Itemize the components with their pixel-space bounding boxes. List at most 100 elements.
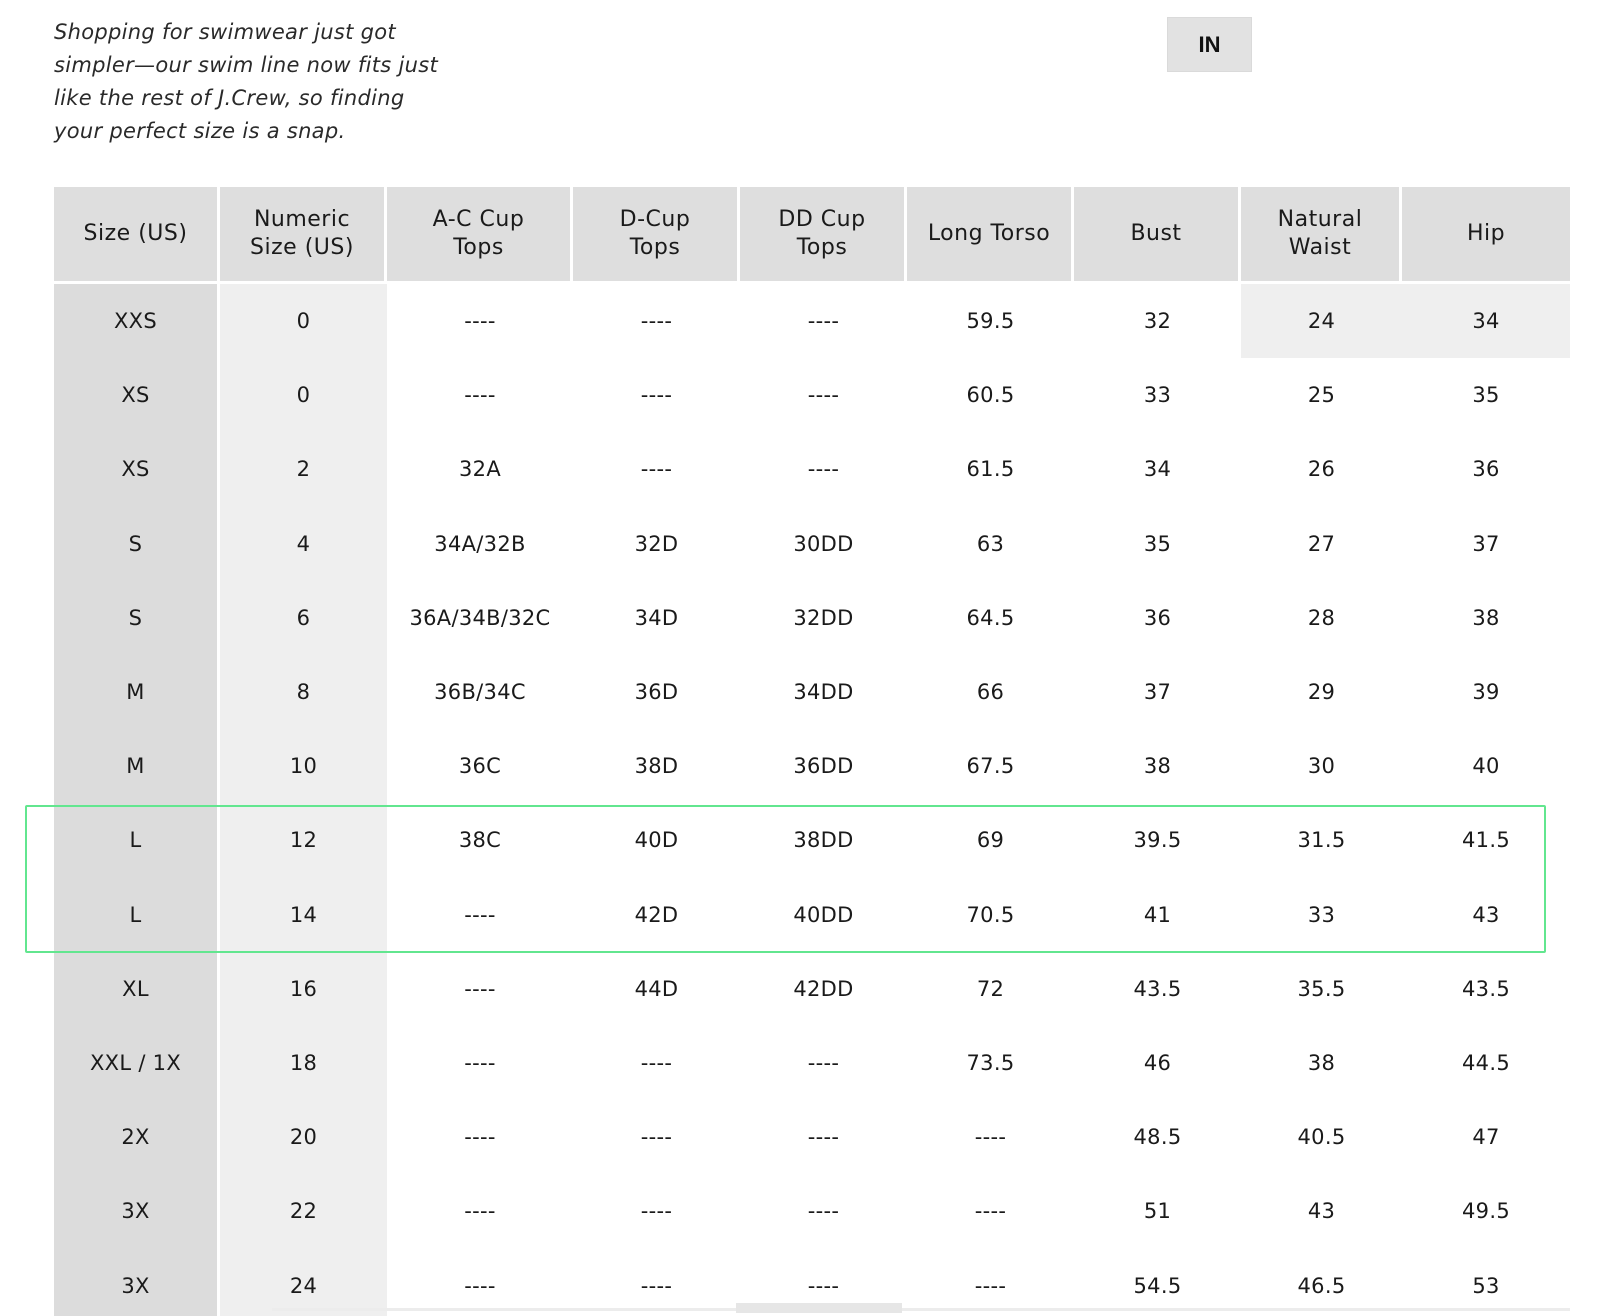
cell-dd-cup-tops: 30DD	[793, 531, 854, 556]
cell-ac-cup-tops: ----	[464, 383, 496, 408]
table-row: XS 2 32A ---- ---- 61.5 34 26 36	[54, 432, 1570, 507]
header-d-cup-tops: D-Cup Tops	[573, 187, 740, 284]
cell-dd-cup-tops: ----	[807, 1199, 840, 1224]
cell-numeric-size: 14	[220, 877, 387, 952]
cell-ac-cup-tops: ----	[464, 1125, 496, 1150]
intro-line-3: like the rest of J.Crew, so finding	[54, 86, 405, 110]
cell-natural-waist: 40.5	[1297, 1125, 1346, 1150]
cell-d-cup-tops: ----	[640, 1199, 673, 1224]
cell-bust: 46	[1143, 1050, 1172, 1075]
cell-ac-cup-tops: ----	[464, 1273, 496, 1298]
table-row: L 14 ---- 42D 40DD 70.5 41 33 43	[54, 877, 1570, 952]
cell-hip: 44.5	[1462, 1050, 1510, 1075]
cell-bust: 33	[1143, 383, 1172, 408]
horizontal-scrollbar-track[interactable]	[272, 1308, 1570, 1311]
cell-long-torso: 70.5	[966, 902, 1015, 927]
size-chart-table: Size (US) Numeric Size (US) A-C Cup Tops D…	[54, 187, 1570, 1316]
cell-numeric-size: 6	[220, 580, 387, 655]
cell-size: M	[54, 654, 220, 730]
cell-size: 3X	[54, 1248, 220, 1316]
cell-ac-cup-tops: ----	[464, 309, 496, 334]
cell-size: S	[54, 506, 220, 581]
cell-bust: 35	[1143, 531, 1172, 556]
cell-d-cup-tops: ----	[640, 1125, 673, 1150]
cell-size: XS	[54, 432, 220, 507]
cell-long-torso: 69	[976, 828, 1005, 853]
table-row: XXL / 1X 18 ---- ---- ---- 73.5 46 38 44.5	[54, 1025, 1570, 1101]
table-row: M 10 36C 38D 36DD 67.5 38 30 40	[54, 729, 1570, 804]
cell-hip: 43	[1472, 902, 1500, 927]
cell-hip: 39	[1472, 680, 1500, 705]
cell-long-torso: 67.5	[966, 754, 1015, 779]
cell-long-torso: ----	[974, 1125, 1007, 1150]
cell-ac-cup-tops: ----	[464, 1199, 496, 1224]
cell-hip: 49.5	[1462, 1199, 1510, 1224]
table-row: 2X 20 ---- ---- ---- ---- 48.5 40.5 47	[54, 1100, 1570, 1175]
cell-ac-cup-tops: ----	[464, 1050, 496, 1075]
cell-numeric-size: 0	[220, 358, 387, 433]
cell-bust: 36	[1143, 605, 1172, 630]
cell-dd-cup-tops: 40DD	[793, 902, 854, 927]
cell-dd-cup-tops: ----	[807, 1125, 840, 1150]
cell-numeric-size: 18	[220, 1025, 387, 1101]
cell-natural-waist: 31.5	[1297, 828, 1346, 853]
cell-ac-cup-tops: 36B/34C	[434, 680, 526, 705]
header-dd-cup-tops: DD Cup Tops	[740, 187, 907, 284]
header-numeric-size: Numeric Size (US)	[220, 187, 387, 284]
cell-long-torso: ----	[974, 1199, 1007, 1224]
header-bust: Bust	[1074, 187, 1241, 284]
intro-line-2: simpler—our swim line now fits just	[54, 53, 438, 77]
cell-natural-waist: 28	[1307, 605, 1336, 630]
cell-size: XXL / 1X	[54, 1025, 220, 1101]
cell-size: M	[54, 729, 220, 804]
cell-numeric-size: 2	[220, 432, 387, 507]
cell-natural-waist: 33	[1307, 902, 1336, 927]
cell-d-cup-tops: ----	[640, 383, 673, 408]
cell-size: 3X	[54, 1174, 220, 1249]
cell-bust: 48.5	[1133, 1125, 1182, 1150]
cell-hip: 37	[1472, 531, 1500, 556]
cell-long-torso: 59.5	[966, 309, 1015, 334]
cell-bust: 43.5	[1133, 976, 1182, 1001]
cell-numeric-size: 0	[220, 284, 387, 359]
cell-long-torso: 73.5	[966, 1050, 1015, 1075]
cell-dd-cup-tops: ----	[807, 383, 840, 408]
cell-numeric-size: 16	[220, 951, 387, 1026]
cell-d-cup-tops: ----	[640, 1273, 673, 1298]
cell-ac-cup-tops: 38C	[458, 828, 502, 853]
cell-numeric-size: 10	[220, 729, 387, 804]
cell-dd-cup-tops: ----	[807, 457, 840, 482]
cell-dd-cup-tops: 38DD	[793, 828, 854, 853]
header-hip: Hip	[1402, 187, 1570, 284]
cell-size: 2X	[54, 1100, 220, 1175]
header-natural-waist: Natural Waist	[1241, 187, 1402, 284]
cell-d-cup-tops: ----	[640, 309, 673, 334]
cell-bust: 39.5	[1133, 828, 1182, 853]
unit-toggle-inches-button[interactable]: IN	[1167, 17, 1252, 72]
cell-natural-waist: 43	[1307, 1199, 1336, 1224]
cell-natural-waist: 29	[1307, 680, 1336, 705]
intro-line-1: Shopping for swimwear just got	[54, 20, 396, 44]
cell-d-cup-tops: 32D	[634, 531, 679, 556]
cell-size: XXS	[54, 284, 220, 359]
cell-d-cup-tops: 42D	[634, 902, 679, 927]
header-ac-cup-tops: A-C Cup Tops	[387, 187, 573, 284]
table-row: S 6 36A/34B/32C 34D 32DD 64.5 36 28 38	[54, 580, 1570, 655]
cell-numeric-size: 8	[220, 654, 387, 730]
cell-long-torso: 72	[976, 976, 1005, 1001]
intro-text: Shopping for swimwear just got simpler—o…	[54, 16, 454, 148]
cell-long-torso: 66	[976, 680, 1005, 705]
cell-dd-cup-tops: 34DD	[793, 680, 854, 705]
cell-size: XS	[54, 358, 220, 433]
cell-natural-waist: 27	[1307, 531, 1336, 556]
cell-hip: 35	[1472, 383, 1500, 408]
horizontal-scrollbar-thumb[interactable]	[736, 1303, 902, 1313]
cell-d-cup-tops: 36D	[634, 680, 679, 705]
header-long-torso: Long Torso	[907, 187, 1074, 284]
cell-long-torso: 63	[976, 531, 1005, 556]
cell-bust: 38	[1143, 754, 1172, 779]
cell-d-cup-tops: 34D	[634, 605, 679, 630]
cell-size: L	[54, 877, 220, 952]
cell-hip: 43.5	[1462, 976, 1510, 1001]
cell-natural-waist: 35.5	[1297, 976, 1346, 1001]
